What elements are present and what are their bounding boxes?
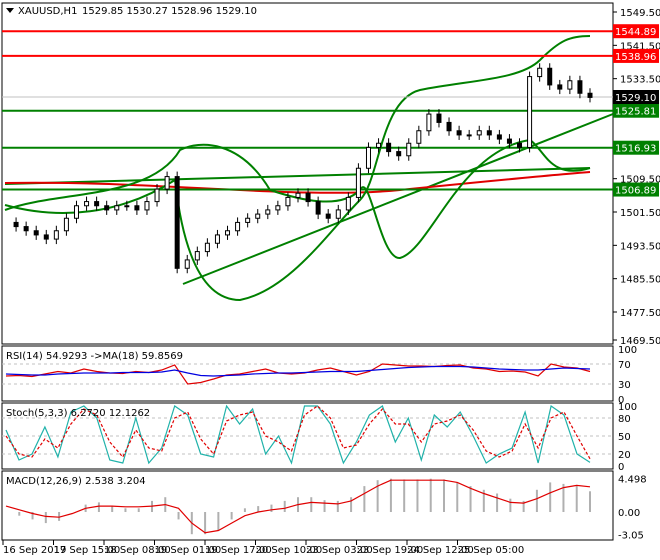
trendline [4,167,591,185]
candle-body [84,201,90,207]
candle-body [587,92,593,98]
trading-chart-window: 1549.50 1541.50 1533.50 1509.50 1501.50 1493.… [0,0,660,560]
candle-body [214,234,220,244]
stoch-label: Stoch(5,3,3) 6.2720 12.1262 [6,408,150,419]
candle-body [194,251,200,261]
candle-body [496,134,502,140]
level-price-label: 1544.89 [615,27,656,38]
candle-body [134,205,140,211]
candle-body [557,84,563,90]
candle-body [436,113,442,123]
candle-body [577,80,583,94]
candle-body [245,217,251,223]
rsi-axis-label: 30 [618,380,631,391]
candle-body [144,201,150,211]
stoch-axis-label: 0 [618,462,624,473]
stoch-axis-label: 20 [618,450,631,461]
candle-body [335,209,341,219]
candle-body [53,230,59,240]
level-price-label: 1525.81 [615,107,656,118]
candle-body [345,196,351,211]
chart-header: XAUUSD,H1 1529.85 1530.27 1528.96 1529.1… [6,6,257,17]
candle-body [204,242,210,253]
candle-body [547,67,553,86]
dropdown-triangle-icon[interactable] [6,8,14,13]
candle-body [486,130,492,136]
candle-body [235,221,241,232]
rsi-axis-label: 100 [618,345,637,356]
candle-body [426,113,432,132]
candle-body [315,201,321,215]
stoch-axis-label: 80 [618,414,631,425]
price-panel [2,30,614,302]
candle-body [23,226,29,232]
price-tick-label: 1501.50 [620,208,660,219]
candle-body [104,205,110,211]
price-tick-label: 1477.50 [620,308,660,319]
rsi-axis-label: 70 [618,360,631,371]
symbol-label: XAUUSD,H1 [18,6,77,17]
candle-body [386,142,392,153]
price-tick-label: 1493.50 [620,241,660,252]
rsi-label: RSI(14) 54.9293 ->MA(18) 59.8569 [6,351,183,362]
candle-body [416,130,422,144]
panel-frames [1,2,614,541]
candle-body [73,205,79,219]
candle-body [567,80,573,90]
candle-body [406,142,412,157]
candle-body [13,221,19,228]
candle-body [33,230,39,236]
candle-body [355,167,361,198]
bollinger-upper [4,35,591,302]
level-price-label: 1516.93 [615,144,656,155]
macd-axis-label: 4.498 [618,475,647,486]
candle-body [446,121,452,132]
macd-label: MACD(12,26,9) 2.538 3.204 [6,476,146,487]
candle-body [285,196,291,207]
chart-canvas[interactable]: 1549.501541.501533.501509.501501.501493.… [0,0,660,560]
time-axis-label: 25 Sep 05:00 [458,545,525,556]
candle-body [527,76,533,148]
rsi-line [5,363,591,385]
candle-body [164,176,170,190]
level-price-label: 1538.96 [615,52,656,63]
candle-body [63,217,69,232]
candle-body [305,192,311,203]
candle-body [396,151,402,157]
candle-body [456,130,462,136]
candle-body [43,234,49,240]
candle-body [225,230,231,236]
candle-body [466,134,472,137]
candle-body [154,188,160,203]
indicator-panels [2,363,613,535]
level-price-label: 1506.89 [615,186,656,197]
candle-body [537,67,543,78]
price-tick-label: 1533.50 [620,75,660,86]
candle-body [365,146,371,169]
candle-body [476,130,482,136]
candle-body [517,142,523,148]
stoch-axis-label: 100 [618,402,637,413]
candle-body [295,192,301,198]
current-price-label: 1529.10 [615,93,656,104]
candle-body [184,259,190,269]
candle-body [376,142,382,148]
stoch-axis-label: 50 [618,432,631,443]
price-tick-label: 1485.50 [620,275,660,286]
candle-body [114,205,120,211]
macd-axis-label: 0.00 [618,508,640,519]
macd-axis-label: -3.05 [618,531,644,542]
candle-body [275,205,281,211]
candle-body [124,205,130,208]
candle-body [265,209,271,215]
candle-body [94,201,100,207]
ohlc-values: 1529.85 1530.27 1528.96 1529.10 [82,6,257,17]
candle-body [255,213,261,219]
candle-body [174,176,180,269]
price-tick-label: 1549.50 [620,8,660,19]
axes: 1549.501541.501533.501509.501501.501493.… [2,8,660,556]
candle-body [506,138,512,144]
candle-body [325,213,331,219]
